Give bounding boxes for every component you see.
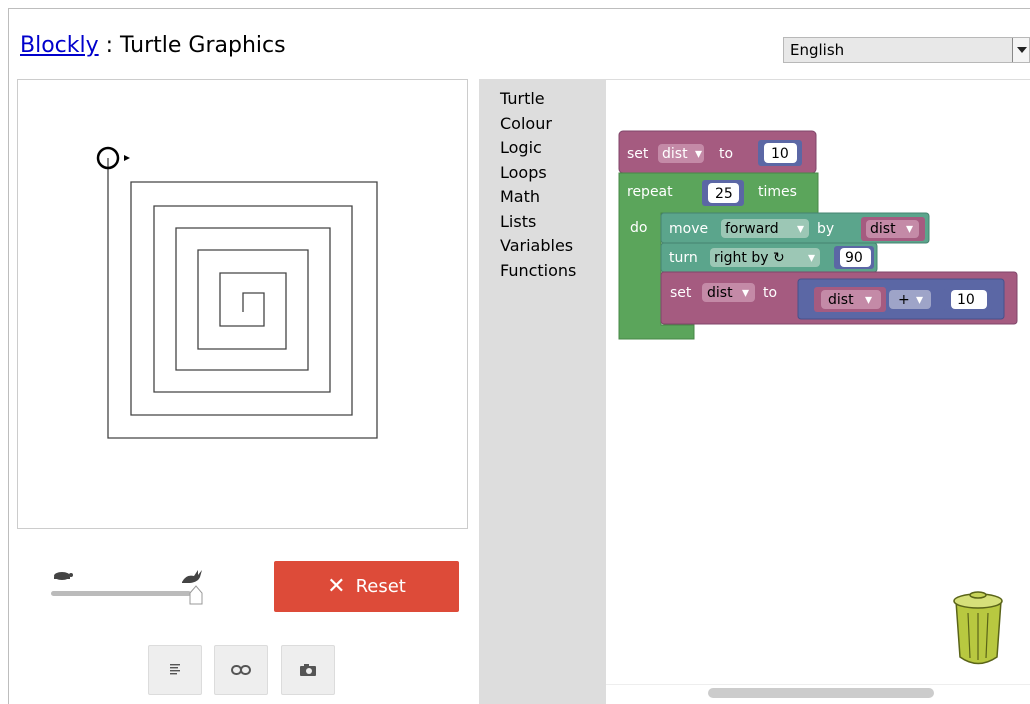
dropdown-arrow-icon: ▾ [742,285,749,301]
turtle-canvas [17,79,468,529]
speed-slider[interactable] [48,566,218,610]
turtle-icon [54,572,73,580]
title-separator: : [98,33,121,58]
turn-direction-value: right by ↻ [714,250,785,266]
variable-name: dist [707,285,733,301]
block-canvas[interactable]: set dist ▾ to 10 repeat 25 times do move… [606,80,1030,680]
set-label: set [670,285,692,301]
reset-button[interactable]: ✕ Reset [274,561,459,612]
operator-value: + [898,292,910,308]
scroll-track [606,684,1030,685]
language-select[interactable]: English [783,37,1030,63]
toolbox-category-loops[interactable]: Loops [479,161,606,186]
turn-angle: 90 [845,250,863,266]
link-button[interactable] [214,645,268,695]
by-label: by [817,221,834,237]
variable-name: dist [662,146,688,162]
operator-dropdown[interactable] [889,290,931,309]
turtle-drawing [96,146,378,439]
frame-top-border [8,8,1030,9]
slider-track [51,591,191,596]
do-label: do [630,220,647,236]
reset-label: Reset [355,576,406,597]
toolbox-category-variables[interactable]: Variables [479,234,606,259]
move-label: move [669,221,708,237]
toolbox-category-turtle[interactable]: Turtle [479,87,606,112]
language-select-value: English [790,41,845,59]
toolbox-category-math[interactable]: Math [479,185,606,210]
dropdown-arrow-icon: ▾ [916,292,923,308]
direction-value: forward [725,221,779,237]
toolbox-category-colour[interactable]: Colour [479,112,606,137]
page-title: Blockly : Turtle Graphics [20,32,286,60]
toolbox-category-lists[interactable]: Lists [479,210,606,235]
to-label: to [719,146,733,162]
repeat-count: 25 [715,186,733,202]
dropdown-arrow-icon: ▾ [695,146,702,162]
set-dist-expression-block[interactable]: set dist ▾ to dist ▾ + ▾ 10 [660,271,1018,325]
turtle-icon [96,146,130,170]
turn-label: turn [669,250,698,266]
repeat-label: repeat [627,184,673,200]
blockly-workspace[interactable]: Turtle Colour Logic Loops Math Lists Var… [479,79,1030,704]
set-label: set [627,146,649,162]
trash-icon[interactable] [953,591,1003,665]
times-label: times [758,184,797,200]
set-dist-block[interactable]: set dist ▾ to 10 [618,130,817,174]
title-text: Turtle Graphics [120,33,286,58]
turn-block[interactable]: turn right by ↻ ▾ 90 [660,242,878,273]
slider-handle[interactable] [189,585,203,605]
variable-name: dist [870,221,896,237]
download-image-button[interactable] [281,645,335,695]
to-label: to [763,285,777,301]
operand-variable: dist [828,292,854,308]
camera-icon [300,664,316,676]
dropdown-arrow-icon: ▾ [808,250,815,266]
move-block[interactable]: move forward ▾ by dist ▾ [660,212,930,244]
blockly-link[interactable]: Blockly [20,33,99,58]
dropdown-arrow-icon: ▾ [797,221,804,237]
close-icon: ✕ [327,574,346,599]
dropdown-arrow-icon: ▾ [906,221,913,237]
operand-number: 10 [957,292,975,308]
dropdown-arrow-icon[interactable] [1012,38,1029,62]
show-code-button[interactable] [148,645,202,695]
horizontal-scrollbar[interactable] [708,688,934,698]
toolbox-category-functions[interactable]: Functions [479,259,606,284]
number-value: 10 [771,146,789,162]
slider-graphics [51,570,203,605]
rabbit-icon [182,570,202,583]
dropdown-arrow-icon: ▾ [865,292,872,308]
code-icon [170,664,180,675]
toolbox: Turtle Colour Logic Loops Math Lists Var… [479,80,606,704]
toolbox-category-logic[interactable]: Logic [479,136,606,161]
spiral-path [107,158,378,439]
frame-left-border [8,8,9,704]
link-icon [231,665,251,675]
